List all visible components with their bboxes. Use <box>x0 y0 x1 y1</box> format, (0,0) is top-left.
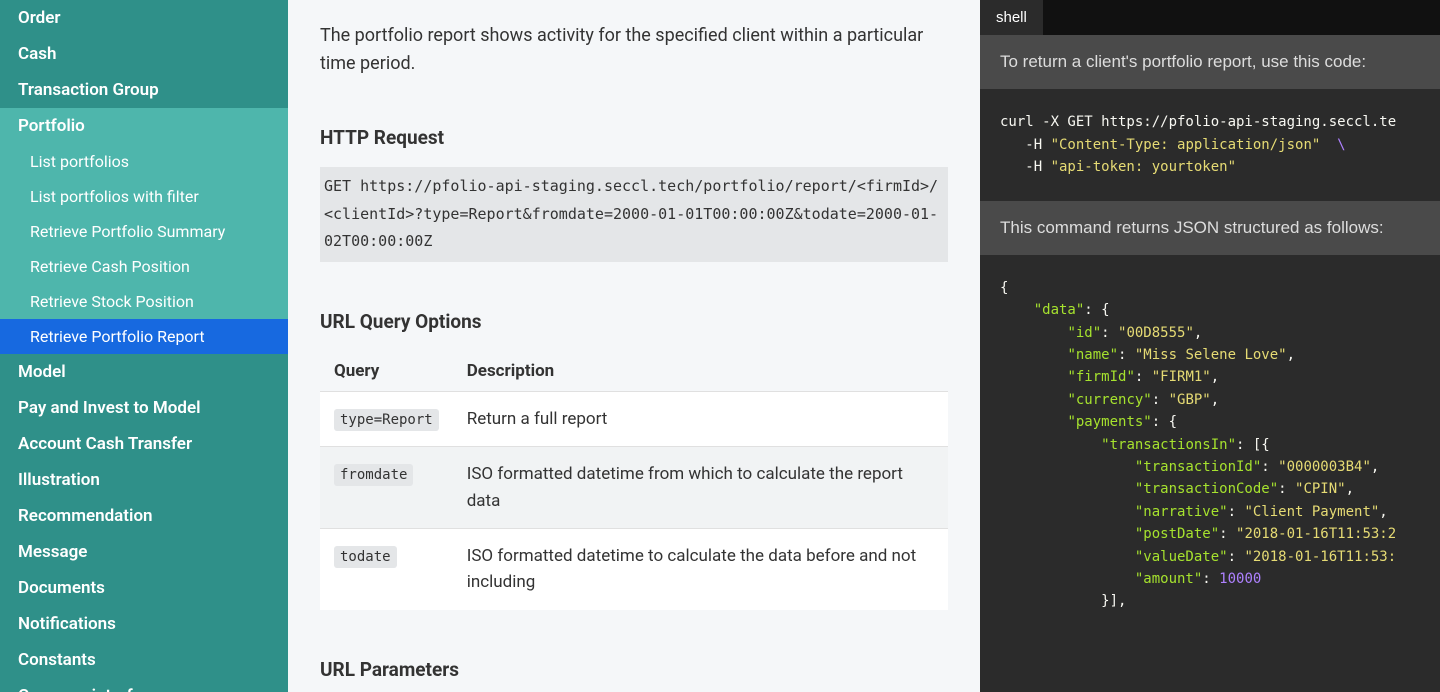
code-tabbar: shell <box>980 0 1440 35</box>
code-desc-2: This command returns JSON structured as … <box>980 201 1440 255</box>
query-code: fromdate <box>334 464 413 486</box>
query-code: todate <box>334 546 397 568</box>
code-panel: shell To return a client's portfolio rep… <box>980 0 1440 692</box>
sidebar-item[interactable]: Account Cash Transfer <box>0 426 288 462</box>
query-code: type=Report <box>334 409 439 431</box>
sidebar-item[interactable]: Illustration <box>0 462 288 498</box>
sidebar-item[interactable]: Cash <box>0 36 288 72</box>
sidebar-item[interactable]: Order <box>0 0 288 36</box>
sidebar: OrderCashTransaction GroupPortfolioList … <box>0 0 288 692</box>
sidebar-sub-item[interactable]: Retrieve Cash Position <box>0 249 288 284</box>
intro-paragraph: The portfolio report shows activity for … <box>320 22 948 78</box>
sidebar-item[interactable]: Pay and Invest to Model <box>0 390 288 426</box>
table-row: fromdate ISO formatted datetime from whic… <box>320 447 948 529</box>
sidebar-item[interactable]: Recommendation <box>0 498 288 534</box>
url-params-heading: URL Parameters <box>320 658 948 681</box>
sidebar-sub-item[interactable]: List portfolios with filter <box>0 179 288 214</box>
sidebar-item[interactable]: Notifications <box>0 606 288 642</box>
tab-shell[interactable]: shell <box>980 0 1043 35</box>
query-desc: ISO formatted datetime from which to cal… <box>453 447 948 529</box>
sidebar-item[interactable]: Model <box>0 354 288 390</box>
sidebar-sub-item[interactable]: Retrieve Portfolio Summary <box>0 214 288 249</box>
url-query-heading: URL Query Options <box>320 310 948 333</box>
query-desc: ISO formatted datetime to calculate the … <box>453 529 948 610</box>
sidebar-item[interactable]: Common interfaces <box>0 678 288 692</box>
table-header-desc: Description <box>453 351 948 392</box>
sidebar-sub-item[interactable]: List portfolios <box>0 144 288 179</box>
table-row: todate ISO formatted datetime to calculat… <box>320 529 948 610</box>
table-row: type=Report Return a full report <box>320 392 948 447</box>
sidebar-sub-item[interactable]: Retrieve Portfolio Report <box>0 319 288 354</box>
sidebar-item[interactable]: Constants <box>0 642 288 678</box>
query-options-table: Query Description type=Report Return a fu… <box>320 351 948 610</box>
http-request-code: GET https://pfolio-api-staging.seccl.tec… <box>320 167 948 262</box>
curl-block: curl -X GET https://pfolio-api-staging.s… <box>980 89 1440 200</box>
json-block: { "data": { "id": "00D8555", "name": "Mi… <box>980 255 1440 635</box>
query-desc: Return a full report <box>453 392 948 447</box>
sidebar-item[interactable]: Message <box>0 534 288 570</box>
sidebar-item[interactable]: Transaction Group <box>0 72 288 108</box>
http-request-heading: HTTP Request <box>320 126 948 149</box>
code-desc-1: To return a client's portfolio report, u… <box>980 35 1440 89</box>
sidebar-item[interactable]: Documents <box>0 570 288 606</box>
sidebar-item[interactable]: Portfolio <box>0 108 288 144</box>
table-header-query: Query <box>320 351 453 392</box>
sidebar-sub-item[interactable]: Retrieve Stock Position <box>0 284 288 319</box>
main-content: The portfolio report shows activity for … <box>288 0 980 692</box>
